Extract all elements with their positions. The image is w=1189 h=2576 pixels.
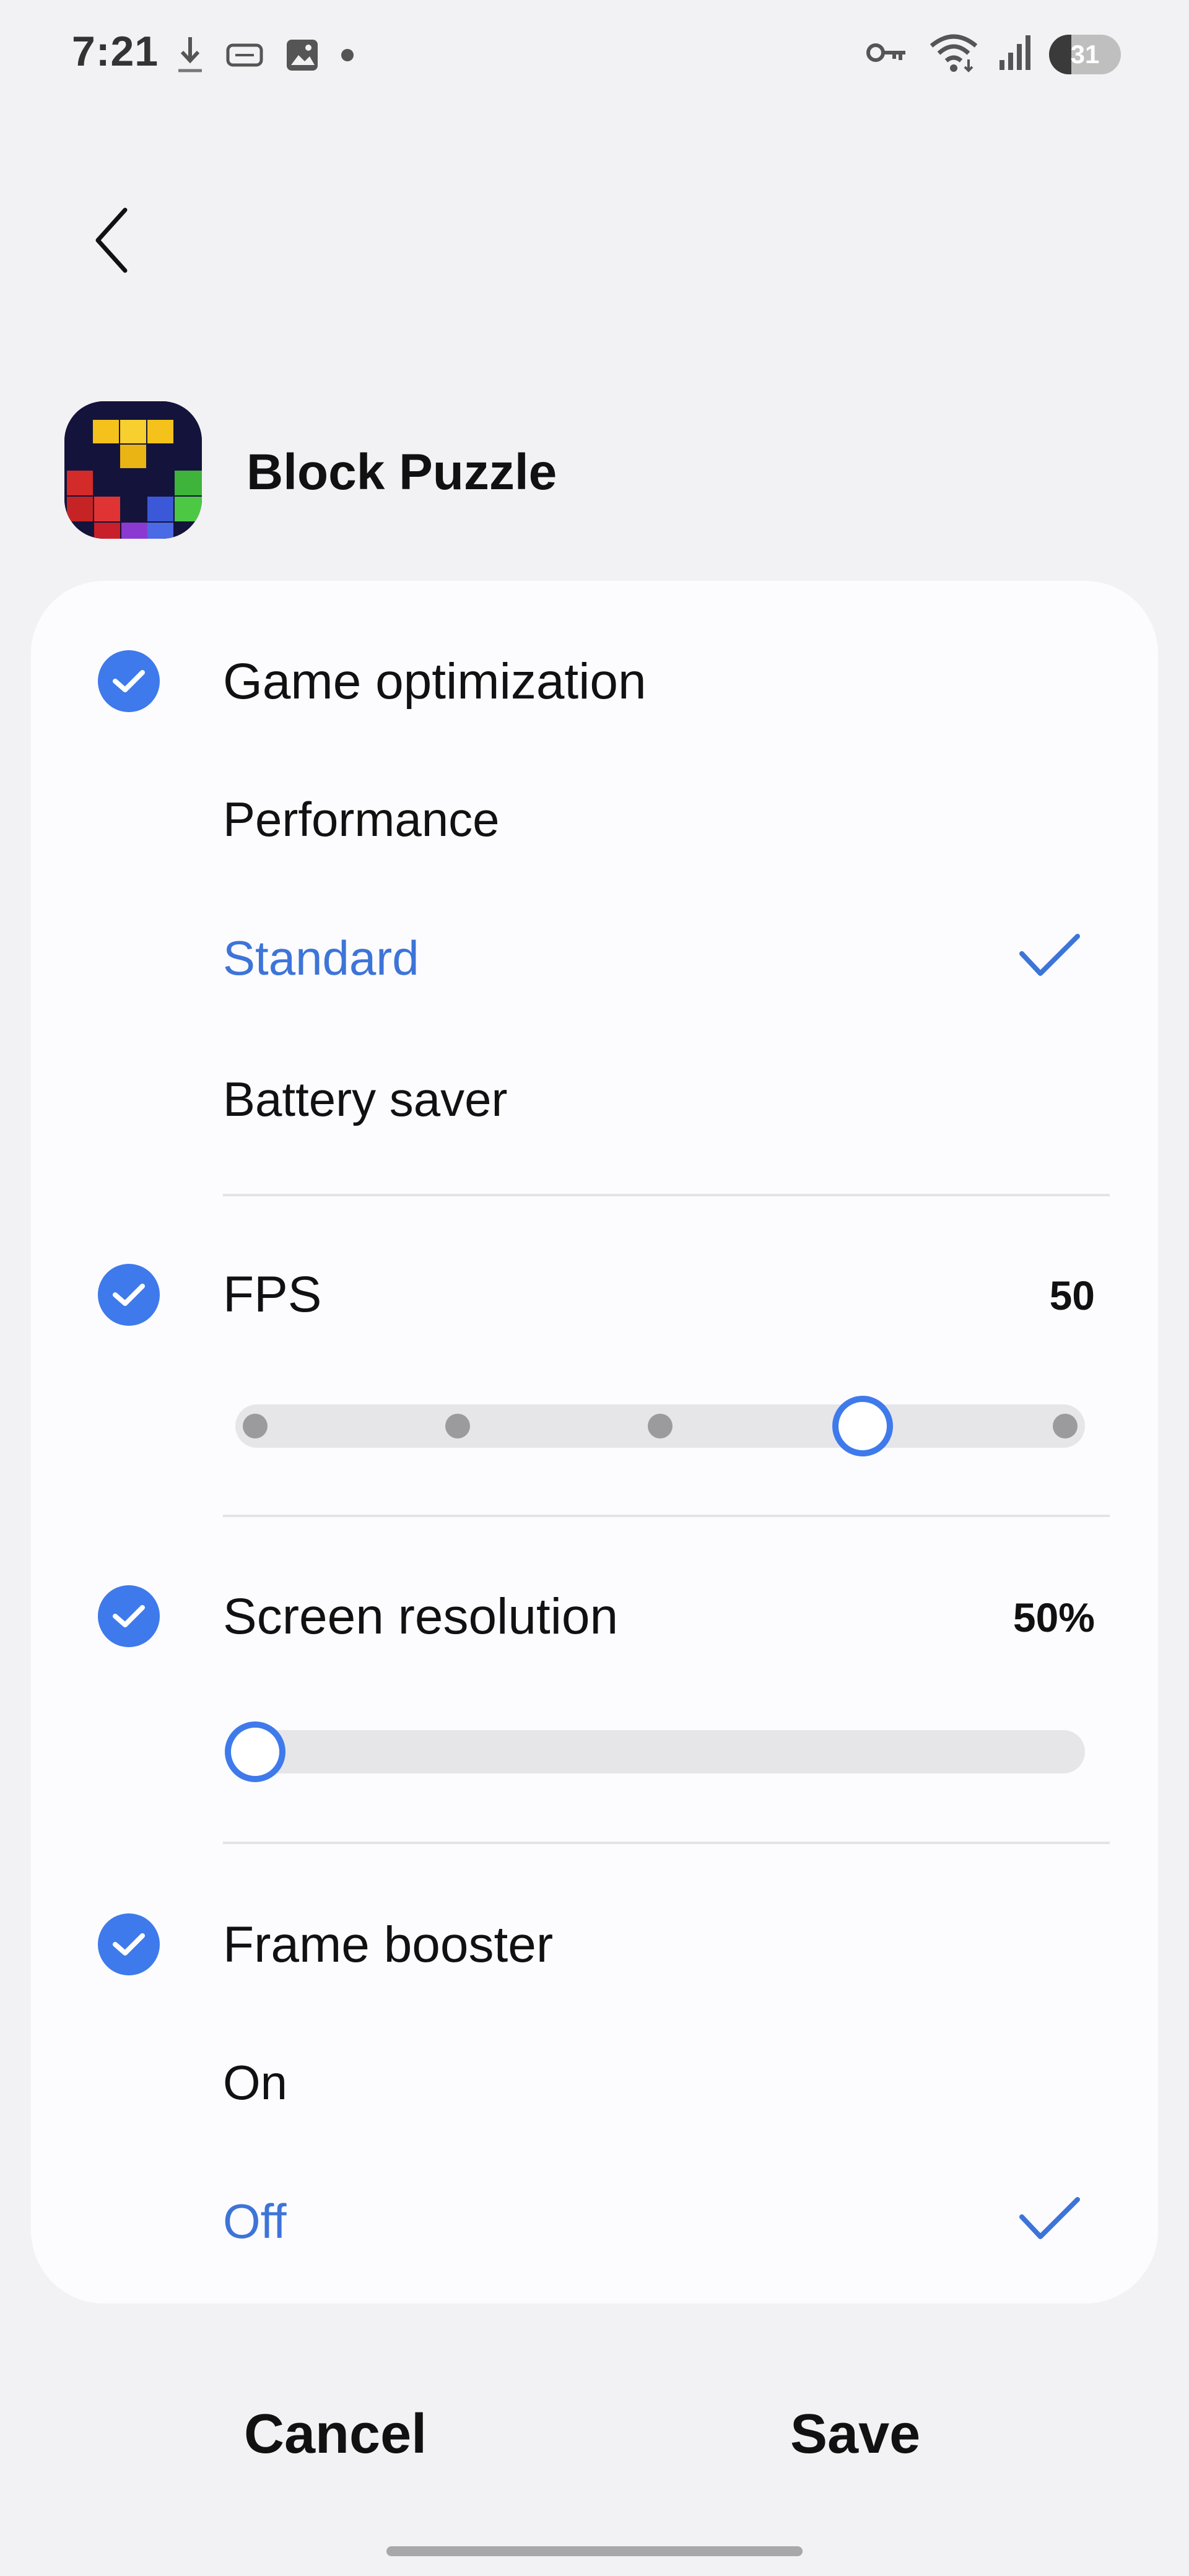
selected-check-icon xyxy=(1016,929,1084,985)
screen-resolution-value: 50% xyxy=(1013,1595,1095,1640)
checkmark-icon xyxy=(113,1933,145,1956)
battery-level-text: 31 xyxy=(1070,39,1100,69)
status-notification-icons xyxy=(176,35,354,79)
divider xyxy=(223,1842,1110,1844)
option-standard[interactable]: Standard xyxy=(31,903,1158,1020)
screen-resolution-checkbox[interactable] xyxy=(98,1585,160,1647)
fps-slider-tick xyxy=(648,1414,673,1438)
screen-resolution-label: Screen resolution xyxy=(223,1588,619,1645)
status-system-icons: 31 xyxy=(866,32,1121,76)
game-optimization-checkbox[interactable] xyxy=(98,650,160,712)
option-battery-saver-label: Battery saver xyxy=(223,1072,508,1126)
fps-value: 50 xyxy=(1049,1273,1095,1318)
option-performance[interactable]: Performance xyxy=(31,760,1158,884)
fps-slider-tick xyxy=(243,1414,268,1438)
gallery-icon xyxy=(285,38,320,76)
option-off-label: Off xyxy=(223,2194,287,2248)
screen-resolution-slider[interactable] xyxy=(225,1721,1085,1782)
vpn-key-icon xyxy=(866,39,909,69)
wifi-icon xyxy=(928,32,980,76)
fps-slider[interactable] xyxy=(235,1396,1085,1456)
checkmark-icon xyxy=(113,1284,145,1306)
save-button[interactable]: Save xyxy=(790,2403,920,2466)
status-bar: 7:21 31 xyxy=(0,0,1189,111)
status-time: 7:21 xyxy=(72,28,159,75)
divider xyxy=(223,1515,1110,1517)
battery-fill xyxy=(1049,34,1071,74)
block-puzzle-app-icon xyxy=(64,401,202,539)
option-on-label: On xyxy=(223,2055,288,2110)
chevron-left-icon xyxy=(93,206,130,277)
fps-slider-tick xyxy=(1053,1414,1078,1438)
divider xyxy=(223,1194,1110,1196)
frame-booster-label: Frame booster xyxy=(223,1917,554,1973)
home-indicator[interactable] xyxy=(386,2546,803,2556)
signal-icon xyxy=(998,34,1030,74)
settings-card: Game optimization Performance Standard B… xyxy=(31,581,1158,2304)
option-on[interactable]: On xyxy=(31,2024,1158,2147)
checkmark-icon xyxy=(113,1605,145,1627)
cancel-button[interactable]: Cancel xyxy=(244,2403,427,2466)
selected-check-icon xyxy=(1016,2192,1084,2248)
fps-slider-thumb[interactable] xyxy=(832,1396,893,1456)
back-button[interactable] xyxy=(81,198,142,285)
option-performance-label: Performance xyxy=(223,792,500,846)
screen-resolution-slider-thumb[interactable] xyxy=(225,1721,285,1782)
checkmark-icon xyxy=(113,670,145,692)
option-battery-saver[interactable]: Battery saver xyxy=(31,1044,1158,1162)
option-off[interactable]: Off xyxy=(31,2166,1158,2284)
frame-booster-checkbox[interactable] xyxy=(98,1913,160,1975)
dot-icon xyxy=(341,48,354,65)
option-standard-label: Standard xyxy=(223,931,419,985)
battery-indicator: 31 xyxy=(1049,34,1121,74)
download-icon xyxy=(176,35,204,79)
fps-slider-tick xyxy=(445,1414,470,1438)
cast-icon xyxy=(225,41,264,72)
app-title: Block Puzzle xyxy=(246,444,557,500)
game-optimization-label: Game optimization xyxy=(223,653,647,710)
fps-checkbox[interactable] xyxy=(98,1264,160,1326)
fps-label: FPS xyxy=(223,1266,322,1323)
